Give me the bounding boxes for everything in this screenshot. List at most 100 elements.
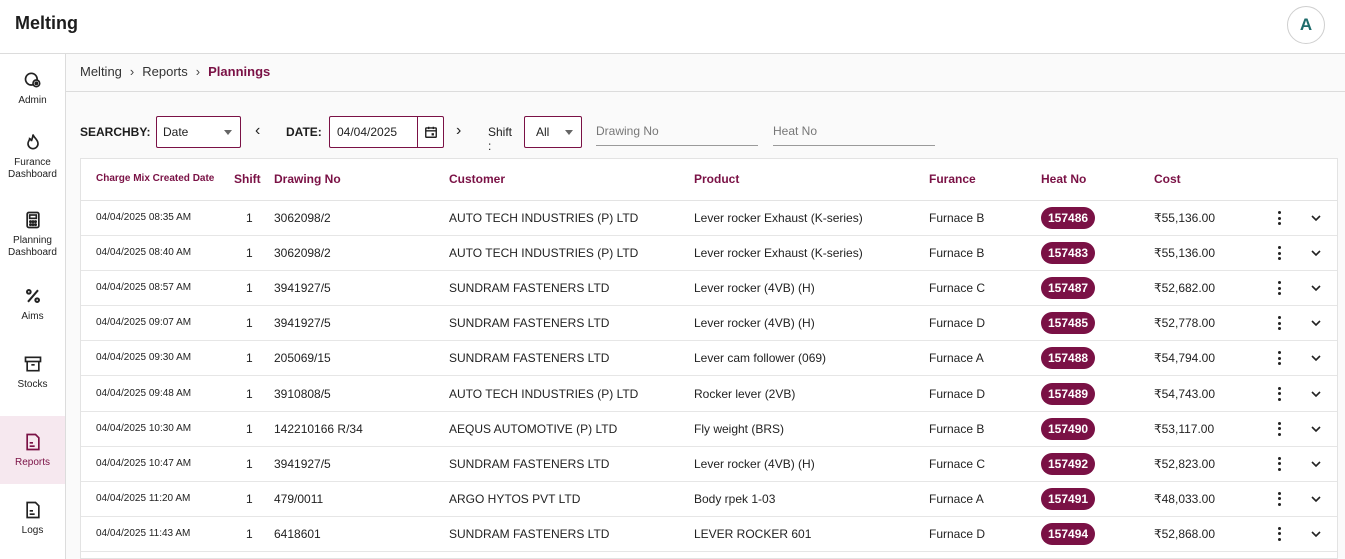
table-row[interactable]: 04/04/2025 11:20 AM 1 479/0011 ARGO HYTOS P… — [81, 482, 1337, 517]
cell-customer: AUTO TECH INDUSTRIES (P) LTD — [449, 246, 639, 261]
cell-product: Lever rocker Exhaust (K-series) — [694, 211, 863, 225]
sidebar-item-planning-dashboard[interactable]: Planning Dashboard — [0, 200, 65, 268]
cell-created-date: 04/04/2025 10:30 AM — [96, 422, 192, 434]
sidebar-item-reports[interactable]: Reports — [0, 416, 65, 484]
calendar-icon[interactable] — [417, 117, 443, 147]
date-input[interactable]: 04/04/2025 — [329, 116, 444, 148]
cell-customer: SUNDRAM FASTENERS LTD — [449, 316, 610, 331]
cell-cost: ₹52,682.00 — [1154, 281, 1216, 296]
more-vert-icon[interactable] — [1274, 244, 1284, 262]
chevron-down-icon[interactable] — [1308, 421, 1324, 437]
chevron-down-icon[interactable] — [1308, 456, 1324, 472]
chevron-down-icon[interactable] — [1308, 350, 1324, 366]
table-row[interactable]: 04/04/2025 09:07 AM 1 3941927/5 SUNDRAM FAS… — [81, 306, 1337, 342]
chevron-down-icon[interactable] — [1308, 280, 1324, 296]
cell-drawing-no: 3941927/5 — [274, 456, 331, 471]
cell-created-date: 04/04/2025 09:48 AM — [96, 387, 192, 399]
cell-furnace: Furnace A — [929, 351, 984, 366]
cell-furnace: Furnace B — [929, 421, 985, 436]
more-vert-icon[interactable] — [1274, 490, 1284, 508]
table-row[interactable]: 04/04/2025 10:30 AM 1 142210166 R/34 AEQUS … — [81, 412, 1337, 447]
breadcrumb-reports[interactable]: Reports — [142, 64, 188, 79]
table-row[interactable]: 04/04/2025 08:35 AM 1 3062098/2 AUTO TECH I… — [81, 201, 1337, 236]
col-furnace[interactable]: Furance — [929, 172, 976, 186]
chevron-down-icon[interactable] — [1308, 386, 1324, 402]
cell-cost: ₹48,033.00 — [1154, 491, 1216, 506]
more-vert-icon[interactable] — [1274, 525, 1284, 543]
more-vert-icon[interactable] — [1274, 279, 1284, 297]
sidebar-item-label: Furance Dashboard — [8, 156, 57, 180]
cell-customer: SUNDRAM FASTENERS LTD — [449, 281, 610, 296]
table-row[interactable]: 04/04/2025 08:40 AM 1 3062098/2 AUTO TECH I… — [81, 236, 1337, 272]
top-app-bar: Melting A — [0, 0, 1345, 54]
col-cost[interactable]: Cost — [1154, 172, 1181, 186]
cell-furnace: Furnace D — [929, 386, 986, 401]
heat-no-badge: 157488 — [1041, 347, 1096, 370]
cell-drawing-no: 3941927/5 — [274, 316, 331, 331]
chevron-down-icon[interactable] — [1308, 210, 1324, 226]
prev-date-button[interactable]: ‹ — [255, 122, 260, 140]
more-vert-icon[interactable] — [1274, 314, 1284, 332]
cell-shift: 1 — [246, 351, 253, 366]
cell-created-date: 04/04/2025 11:20 AM — [96, 492, 191, 504]
col-heat-no[interactable]: Heat No — [1041, 172, 1086, 186]
sidebar-item-admin[interactable]: Admin — [0, 54, 65, 122]
table-row[interactable]: 04/04/2025 11:43 AM 1 6418601 SUNDRAM FASTE… — [81, 517, 1337, 552]
cell-drawing-no: 6418601 — [274, 526, 321, 541]
cell-product: Fly weight (BRS) — [694, 421, 785, 436]
searchby-select[interactable]: Date — [156, 116, 241, 148]
more-vert-icon[interactable] — [1274, 209, 1284, 227]
drawing-no-input[interactable] — [596, 116, 758, 146]
chevron-down-icon[interactable] — [1308, 491, 1324, 507]
cell-cost: ₹53,117.00 — [1154, 421, 1215, 436]
sidebar-item-stocks[interactable]: Stocks — [0, 338, 65, 406]
cell-product: Rocker lever (2VB) — [694, 386, 796, 401]
cell-shift: 1 — [246, 386, 253, 401]
breadcrumb: Melting › Reports › Plannings — [80, 64, 270, 79]
col-customer[interactable]: Customer — [449, 172, 505, 186]
heat-no-badge: 157485 — [1041, 312, 1096, 335]
searchby-label: SEARCHBY: — [80, 125, 151, 139]
heat-no-badge: 157489 — [1041, 382, 1096, 405]
cell-drawing-no: 142210166 R/34 — [274, 421, 363, 436]
heat-no-input[interactable] — [773, 116, 935, 146]
cell-created-date: 04/04/2025 10:47 AM — [96, 457, 192, 469]
cell-furnace: Furnace D — [929, 526, 986, 541]
chevron-down-icon[interactable] — [1308, 315, 1324, 331]
more-vert-icon[interactable] — [1274, 385, 1284, 403]
chevron-down-icon[interactable] — [1308, 526, 1324, 542]
breadcrumb-melting[interactable]: Melting — [80, 64, 122, 79]
heat-no-badge: 157492 — [1041, 452, 1096, 475]
cell-drawing-no: 479/0011 — [274, 491, 324, 506]
cell-customer: AEQUS AUTOMOTIVE (P) LTD — [449, 421, 618, 436]
cell-created-date: 04/04/2025 09:07 AM — [96, 317, 192, 329]
cell-shift: 1 — [246, 456, 253, 471]
cell-furnace: Furnace A — [929, 491, 984, 506]
date-label: DATE: — [286, 125, 322, 139]
table-row[interactable]: 04/04/2025 09:30 AM 1 205069/15 SUNDRAM FAS… — [81, 341, 1337, 377]
table-row[interactable]: 04/04/2025 09:48 AM 1 3910808/5 AUTO TECH I… — [81, 377, 1337, 412]
sidebar-item-furance-dashboard[interactable]: Furance Dashboard — [0, 122, 65, 190]
table-row[interactable]: 04/04/2025 08:57 AM 1 3941927/5 SUNDRAM FAS… — [81, 271, 1337, 307]
shift-select[interactable]: All — [524, 116, 582, 148]
app-title: Melting — [15, 13, 78, 33]
cell-drawing-no: 3062098/2 — [274, 211, 331, 225]
cell-customer: ARGO HYTOS PVT LTD — [449, 491, 581, 506]
col-shift[interactable]: Shift — [234, 172, 261, 186]
more-vert-icon[interactable] — [1274, 455, 1284, 473]
table-row[interactable]: 04/04/2025 10:47 AM 1 3941927/5 SUNDRAM FAS… — [81, 447, 1337, 482]
cell-shift: 1 — [246, 316, 253, 331]
more-vert-icon[interactable] — [1274, 349, 1284, 367]
col-product[interactable]: Product — [694, 172, 739, 186]
next-date-button[interactable]: › — [456, 122, 461, 140]
sidebar-item-logs[interactable]: Logs — [0, 484, 65, 552]
report-document-icon — [25, 433, 40, 450]
cell-cost: ₹55,136.00 — [1154, 211, 1216, 225]
more-vert-icon[interactable] — [1274, 420, 1284, 438]
chevron-down-icon[interactable] — [1308, 245, 1324, 261]
shift-label: Shift : — [488, 125, 513, 153]
avatar[interactable]: A — [1287, 6, 1325, 44]
sidebar-item-aims[interactable]: Aims — [0, 270, 65, 338]
col-drawing-no[interactable]: Drawing No — [274, 172, 341, 186]
col-created-date[interactable]: Charge Mix Created Date — [96, 173, 214, 184]
